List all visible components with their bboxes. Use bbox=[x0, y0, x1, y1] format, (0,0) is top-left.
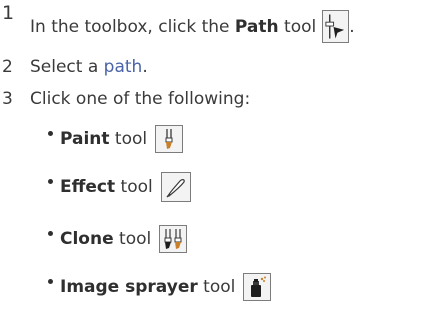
step-number: 2 bbox=[2, 57, 13, 77]
step-text: Click one of the following: bbox=[30, 89, 251, 109]
option-name: Clone bbox=[60, 229, 114, 249]
option-suffix: tool bbox=[115, 177, 153, 197]
clone-tool-icon[interactable] bbox=[159, 225, 188, 253]
bullet bbox=[48, 178, 53, 184]
bullet bbox=[48, 130, 53, 136]
bullet bbox=[48, 230, 53, 236]
effect-tool-icon[interactable] bbox=[160, 172, 191, 202]
step-text: In the toolbox, click the Path tool . bbox=[30, 10, 355, 43]
option-suffix: tool bbox=[109, 129, 148, 149]
option-name: Effect bbox=[60, 177, 116, 197]
paint-tool-icon[interactable] bbox=[155, 125, 184, 153]
bullet bbox=[48, 278, 53, 284]
path-tool-icon[interactable] bbox=[322, 10, 350, 43]
step-1-text-post: tool bbox=[278, 16, 317, 37]
step-2-text-pre: Select a bbox=[30, 57, 104, 77]
step-2: 2 Select a path . bbox=[0, 55, 447, 79]
option-name: Image sprayer bbox=[60, 277, 198, 297]
step-1-trail: . bbox=[349, 16, 355, 37]
option-suffix: tool bbox=[197, 277, 236, 297]
option-name: Paint bbox=[60, 129, 110, 149]
option-clone-tool: Clone tool bbox=[48, 222, 188, 256]
step-1: 1 In the toolbox, click the Path tool . bbox=[0, 0, 447, 44]
option-effect-tool: Effect tool bbox=[48, 170, 191, 204]
image-sprayer-tool-icon[interactable] bbox=[243, 273, 272, 301]
option-suffix: tool bbox=[113, 229, 152, 249]
procedure-steps: 1 In the toolbox, click the Path tool . … bbox=[0, 0, 447, 336]
option-image-sprayer-tool: Image sprayer tool bbox=[48, 270, 272, 304]
step-2-text-post: . bbox=[142, 57, 148, 77]
path-tool-name: Path bbox=[234, 16, 279, 37]
step-text: Select a path . bbox=[30, 57, 148, 77]
option-paint-tool: Paint tool bbox=[48, 122, 184, 156]
step-number: 1 bbox=[2, 2, 15, 24]
path-link[interactable]: path bbox=[104, 57, 143, 77]
step-number: 3 bbox=[2, 89, 13, 109]
step-1-text-pre: In the toolbox, click the bbox=[30, 16, 235, 37]
step-3: 3 Click one of the following: bbox=[0, 87, 447, 111]
